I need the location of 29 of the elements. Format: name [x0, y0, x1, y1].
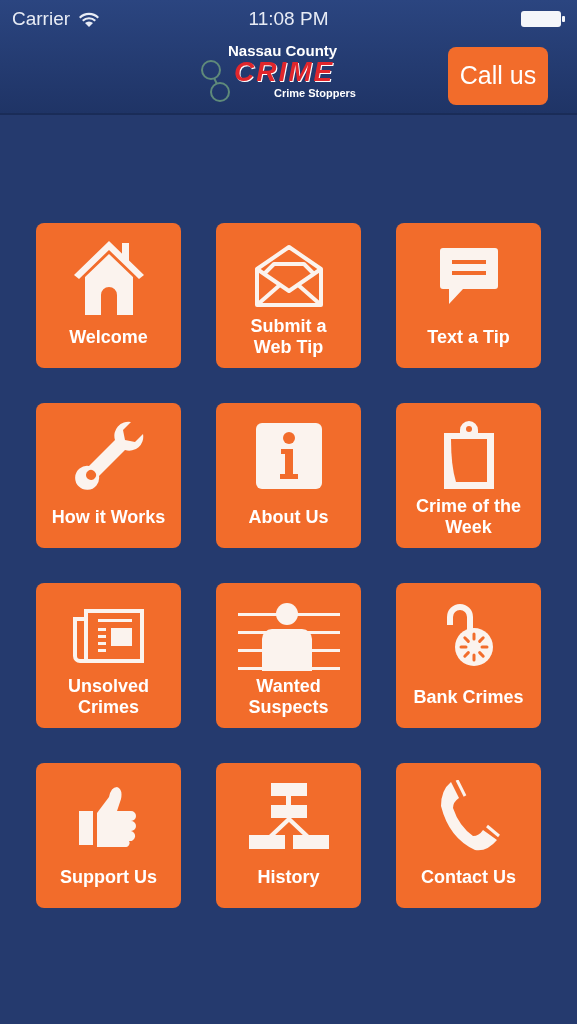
flowchart-icon	[248, 782, 329, 849]
envelope-icon	[253, 243, 324, 308]
menu-tile[interactable]: Contact Us	[396, 763, 541, 908]
call-us-button[interactable]: Call us	[448, 46, 548, 105]
suspect-lineup-icon	[237, 600, 340, 671]
chat-bubble-icon	[438, 245, 499, 306]
wrench-icon	[72, 419, 145, 492]
menu-tile[interactable]: Wanted Suspects	[216, 583, 361, 728]
newspaper-icon	[71, 606, 146, 665]
menu-tile[interactable]: Text a Tip	[396, 223, 541, 368]
menu-tile[interactable]: How it Works	[36, 403, 181, 548]
menu-tile[interactable]: Support Us	[36, 763, 181, 908]
menu-tile[interactable]: Crime of the Week	[396, 403, 541, 548]
wifi-icon	[78, 11, 101, 27]
menu-tile[interactable]: History	[216, 763, 361, 908]
menu-tile[interactable]: Bank Crimes	[396, 583, 541, 728]
logo-subtitle: Crime Stoppers	[273, 87, 357, 99]
menu-tile[interactable]: Unsolved Crimes	[36, 583, 181, 728]
thumbs-up-icon	[78, 784, 139, 847]
status-time: 11:08 PM	[248, 6, 329, 31]
battery-icon	[521, 11, 565, 27]
carrier-name: Carrier	[12, 6, 71, 31]
menu-tile[interactable]: Welcome	[36, 223, 181, 368]
logo-title: Nassau County	[227, 42, 339, 58]
clipboard-icon	[441, 420, 496, 491]
handcuffs-icon	[200, 58, 232, 103]
info-icon	[254, 421, 323, 490]
menu-tile[interactable]: Submit a Web Tip	[216, 223, 361, 368]
menu-tile[interactable]: About Us	[216, 403, 361, 548]
